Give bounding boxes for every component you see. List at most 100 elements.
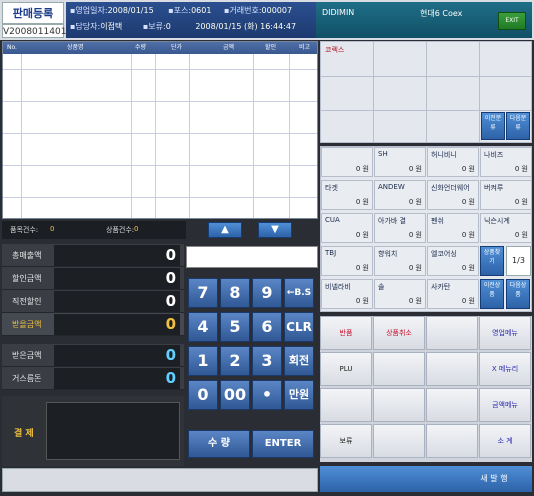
- key-4[interactable]: 4: [188, 312, 218, 342]
- function-button[interactable]: 금액메뉴: [479, 388, 531, 422]
- function-button[interactable]: 소 계: [479, 424, 531, 458]
- key-8[interactable]: 8: [220, 278, 250, 308]
- next-product-button[interactable]: 다음상품: [506, 279, 530, 309]
- table-row[interactable]: [3, 86, 317, 102]
- amount-value: 0: [54, 291, 180, 312]
- grid-divider: [321, 76, 531, 77]
- product-cell[interactable]: 신화언더웨어 0 원: [427, 180, 479, 210]
- product-price: 0 원: [355, 198, 369, 206]
- function-button[interactable]: [426, 352, 478, 386]
- new-issue-button[interactable]: 새 발 행: [464, 469, 524, 489]
- product-cell[interactable]: 나비즈 0 원: [480, 147, 532, 177]
- rotate-key[interactable]: 회전: [284, 346, 314, 376]
- function-button[interactable]: 상품취소: [373, 316, 425, 350]
- product-search-button[interactable]: 상품찾기: [480, 246, 504, 276]
- entry-input[interactable]: [186, 246, 318, 268]
- key-9[interactable]: 9: [252, 278, 282, 308]
- function-button[interactable]: 보류: [320, 424, 372, 458]
- function-button[interactable]: [426, 388, 478, 422]
- store-name: DIDIMIN: [322, 8, 355, 17]
- product-cell[interactable]: 펜쉬 0 원: [427, 213, 479, 243]
- payment-area: 결 제: [2, 396, 184, 466]
- product-grid[interactable]: 0 원 SH 0 원 허니비니 0 원 나비즈 0 원 타겟 0 원 ANDEW 0 원 신화언더웨어…: [320, 146, 532, 312]
- key-2[interactable]: 2: [220, 346, 250, 376]
- status-bar: [2, 468, 318, 492]
- amount-label: 거스름돈: [12, 374, 42, 383]
- product-cell[interactable]: 비넬라비 0 원: [321, 279, 373, 309]
- scroll-up-button[interactable]: ▲: [208, 222, 242, 238]
- business-date-value: 2008/01/15: [107, 6, 154, 15]
- function-button[interactable]: 영업메뉴: [479, 316, 531, 350]
- key-7[interactable]: 7: [188, 278, 218, 308]
- product-name: 펜쉬: [431, 217, 444, 225]
- function-button[interactable]: [320, 388, 372, 422]
- clear-key[interactable]: CLR: [284, 312, 314, 342]
- key-1[interactable]: 1: [188, 346, 218, 376]
- qty-count-value: 0: [134, 225, 139, 233]
- key-dot[interactable]: •: [252, 380, 282, 410]
- exit-button[interactable]: EXIT: [498, 12, 526, 30]
- table-row[interactable]: [3, 182, 317, 198]
- product-cell[interactable]: 향워치 0 원: [374, 246, 426, 276]
- product-price: 0 원: [355, 264, 369, 272]
- column-divider: [253, 54, 254, 218]
- key-5[interactable]: 5: [220, 312, 250, 342]
- amount-label: 받은금액: [12, 351, 42, 360]
- product-cell[interactable]: 0 원: [321, 147, 373, 177]
- product-cell[interactable]: SH 0 원: [374, 147, 426, 177]
- function-grid: 반품 상품취소 영업메뉴 PLU X 메뉴리금액메뉴보류 소 계: [320, 316, 532, 462]
- prev-product-button[interactable]: 이전상품: [480, 279, 504, 309]
- product-cell[interactable]: CUA 0 원: [321, 213, 373, 243]
- function-label: 반품: [339, 329, 353, 337]
- transaction-no-value: 000007: [261, 6, 293, 15]
- payment-box[interactable]: [46, 402, 180, 460]
- prev-product-label: 이전상품: [483, 282, 501, 298]
- function-button[interactable]: [373, 388, 425, 422]
- product-name: 나비즈: [484, 151, 504, 159]
- product-cell[interactable]: 닉슨시계 0 원: [480, 213, 532, 243]
- key-3[interactable]: 3: [252, 346, 282, 376]
- function-button[interactable]: X 메뉴리: [479, 352, 531, 386]
- qty-count-label: 상품건수:: [106, 226, 135, 234]
- function-button[interactable]: [373, 352, 425, 386]
- table-row[interactable]: [3, 150, 317, 166]
- function-button[interactable]: PLU: [320, 352, 372, 386]
- function-label: X 메뉴리: [491, 365, 519, 373]
- table-row[interactable]: [3, 54, 317, 70]
- quantity-key[interactable]: 수 량: [188, 430, 250, 458]
- product-cell[interactable]: ANDEW 0 원: [374, 180, 426, 210]
- product-cell[interactable]: 아가바 결0 원: [374, 213, 426, 243]
- product-cell[interactable]: 사카탄 0 원: [427, 279, 479, 309]
- table-row[interactable]: [3, 118, 317, 134]
- product-cell[interactable]: 솔 0 원: [374, 279, 426, 309]
- function-button[interactable]: [426, 424, 478, 458]
- function-button[interactable]: 반품: [320, 316, 372, 350]
- scroll-down-button[interactable]: ▼: [258, 222, 292, 238]
- transaction-no-label: ▪거래번호:: [223, 6, 262, 15]
- next-category-button[interactable]: 다음분류: [506, 112, 530, 140]
- column-divider: [21, 54, 22, 218]
- payment-label: 결 제: [14, 429, 34, 439]
- key-00[interactable]: 00: [220, 380, 250, 410]
- sales-table[interactable]: No. 상품명 수량 단가 금액 할인 비고: [2, 41, 318, 219]
- enter-key[interactable]: ENTER: [252, 430, 314, 458]
- function-label: 영업메뉴: [492, 329, 518, 337]
- ten-thousand-key[interactable]: 만원: [284, 380, 314, 410]
- product-cell[interactable]: TBJ 0 원: [321, 246, 373, 276]
- product-cell[interactable]: 버켜루 0 원: [480, 180, 532, 210]
- function-button[interactable]: [426, 316, 478, 350]
- backspace-key[interactable]: ←B.S: [284, 278, 314, 308]
- category-grid[interactable]: 코렉스 이전분류 다음분류: [320, 41, 532, 143]
- key-6[interactable]: 6: [252, 312, 282, 342]
- product-cell[interactable]: 엘코어싱 0 원: [427, 246, 479, 276]
- product-cell[interactable]: 허니비니 0 원: [427, 147, 479, 177]
- grid-divider: [479, 42, 480, 142]
- function-button[interactable]: [373, 424, 425, 458]
- col-qty: 수량: [135, 44, 147, 51]
- prev-category-button[interactable]: 이전분류: [481, 112, 505, 140]
- product-name: 버켜루: [484, 184, 504, 192]
- key-0[interactable]: 0: [188, 380, 218, 410]
- product-name: 사카탄: [431, 283, 451, 291]
- product-price: 0 원: [461, 165, 475, 173]
- product-cell[interactable]: 타겟 0 원: [321, 180, 373, 210]
